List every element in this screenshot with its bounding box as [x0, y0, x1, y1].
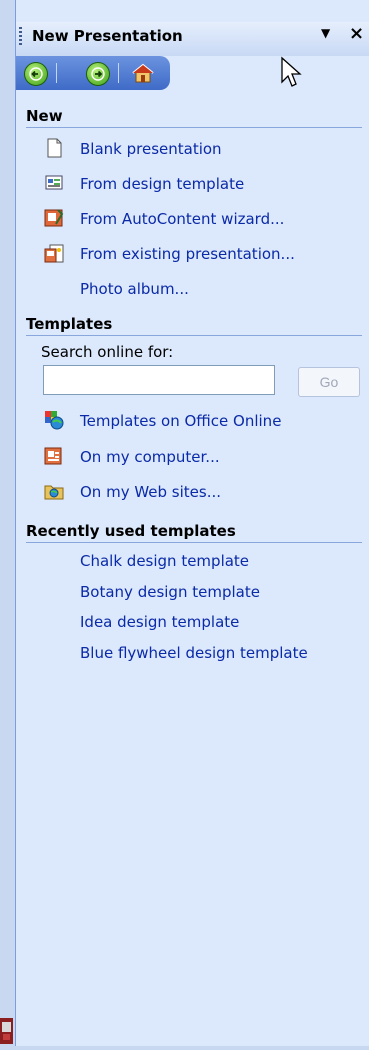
section-heading-recent: Recently used templates [26, 522, 362, 543]
photo-album-link[interactable]: Photo album... [80, 280, 189, 298]
task-pane-titlebar: New Presentation ▼ × [16, 22, 369, 56]
nav-separator [118, 63, 119, 83]
existing-presentation-link[interactable]: From existing presentation... [80, 245, 295, 263]
forward-arrow-icon [91, 67, 105, 81]
recent-template-link[interactable]: Idea design template [80, 613, 239, 631]
drag-grip-icon[interactable] [19, 27, 22, 45]
forward-button[interactable] [86, 62, 110, 86]
go-button[interactable]: Go [298, 367, 360, 397]
search-online-label: Search online for: [41, 343, 174, 361]
recent-template-link[interactable]: Botany design template [80, 583, 260, 601]
task-pane-title: New Presentation [32, 27, 183, 45]
recent-template-link[interactable]: Chalk design template [80, 552, 249, 570]
existing-presentation-icon [44, 244, 64, 264]
back-arrow-icon [29, 67, 43, 81]
from-design-template-link[interactable]: From design template [80, 175, 244, 193]
nav-separator [56, 63, 57, 83]
section-heading-templates: Templates [26, 315, 362, 336]
home-button[interactable] [130, 62, 156, 84]
navigation-toolbar [16, 56, 170, 90]
blank-presentation-link[interactable]: Blank presentation [80, 140, 222, 158]
recent-template-link[interactable]: Blue flywheel design template [80, 644, 308, 662]
web-sites-folder-icon [44, 481, 64, 501]
on-my-computer-link[interactable]: On my computer... [80, 448, 220, 466]
desktop-corner-icon [0, 1014, 15, 1046]
templates-office-online-link[interactable]: Templates on Office Online [80, 412, 281, 430]
close-button[interactable]: × [349, 23, 364, 44]
office-online-icon [44, 410, 64, 430]
autocontent-wizard-link[interactable]: From AutoContent wizard... [80, 210, 284, 228]
blank-page-icon [44, 138, 64, 158]
my-computer-icon [44, 446, 64, 466]
design-template-icon [44, 173, 64, 193]
dropdown-arrow-icon[interactable]: ▼ [321, 26, 330, 40]
task-pane: New Presentation ▼ × New Blank presentat… [15, 0, 369, 1046]
autocontent-wizard-icon [44, 208, 64, 228]
back-button[interactable] [24, 62, 48, 86]
mouse-cursor-icon [280, 56, 302, 94]
on-my-web-sites-link[interactable]: On my Web sites... [80, 483, 221, 501]
home-icon [132, 63, 154, 83]
search-online-input[interactable] [43, 365, 275, 395]
section-heading-new: New [26, 107, 362, 128]
